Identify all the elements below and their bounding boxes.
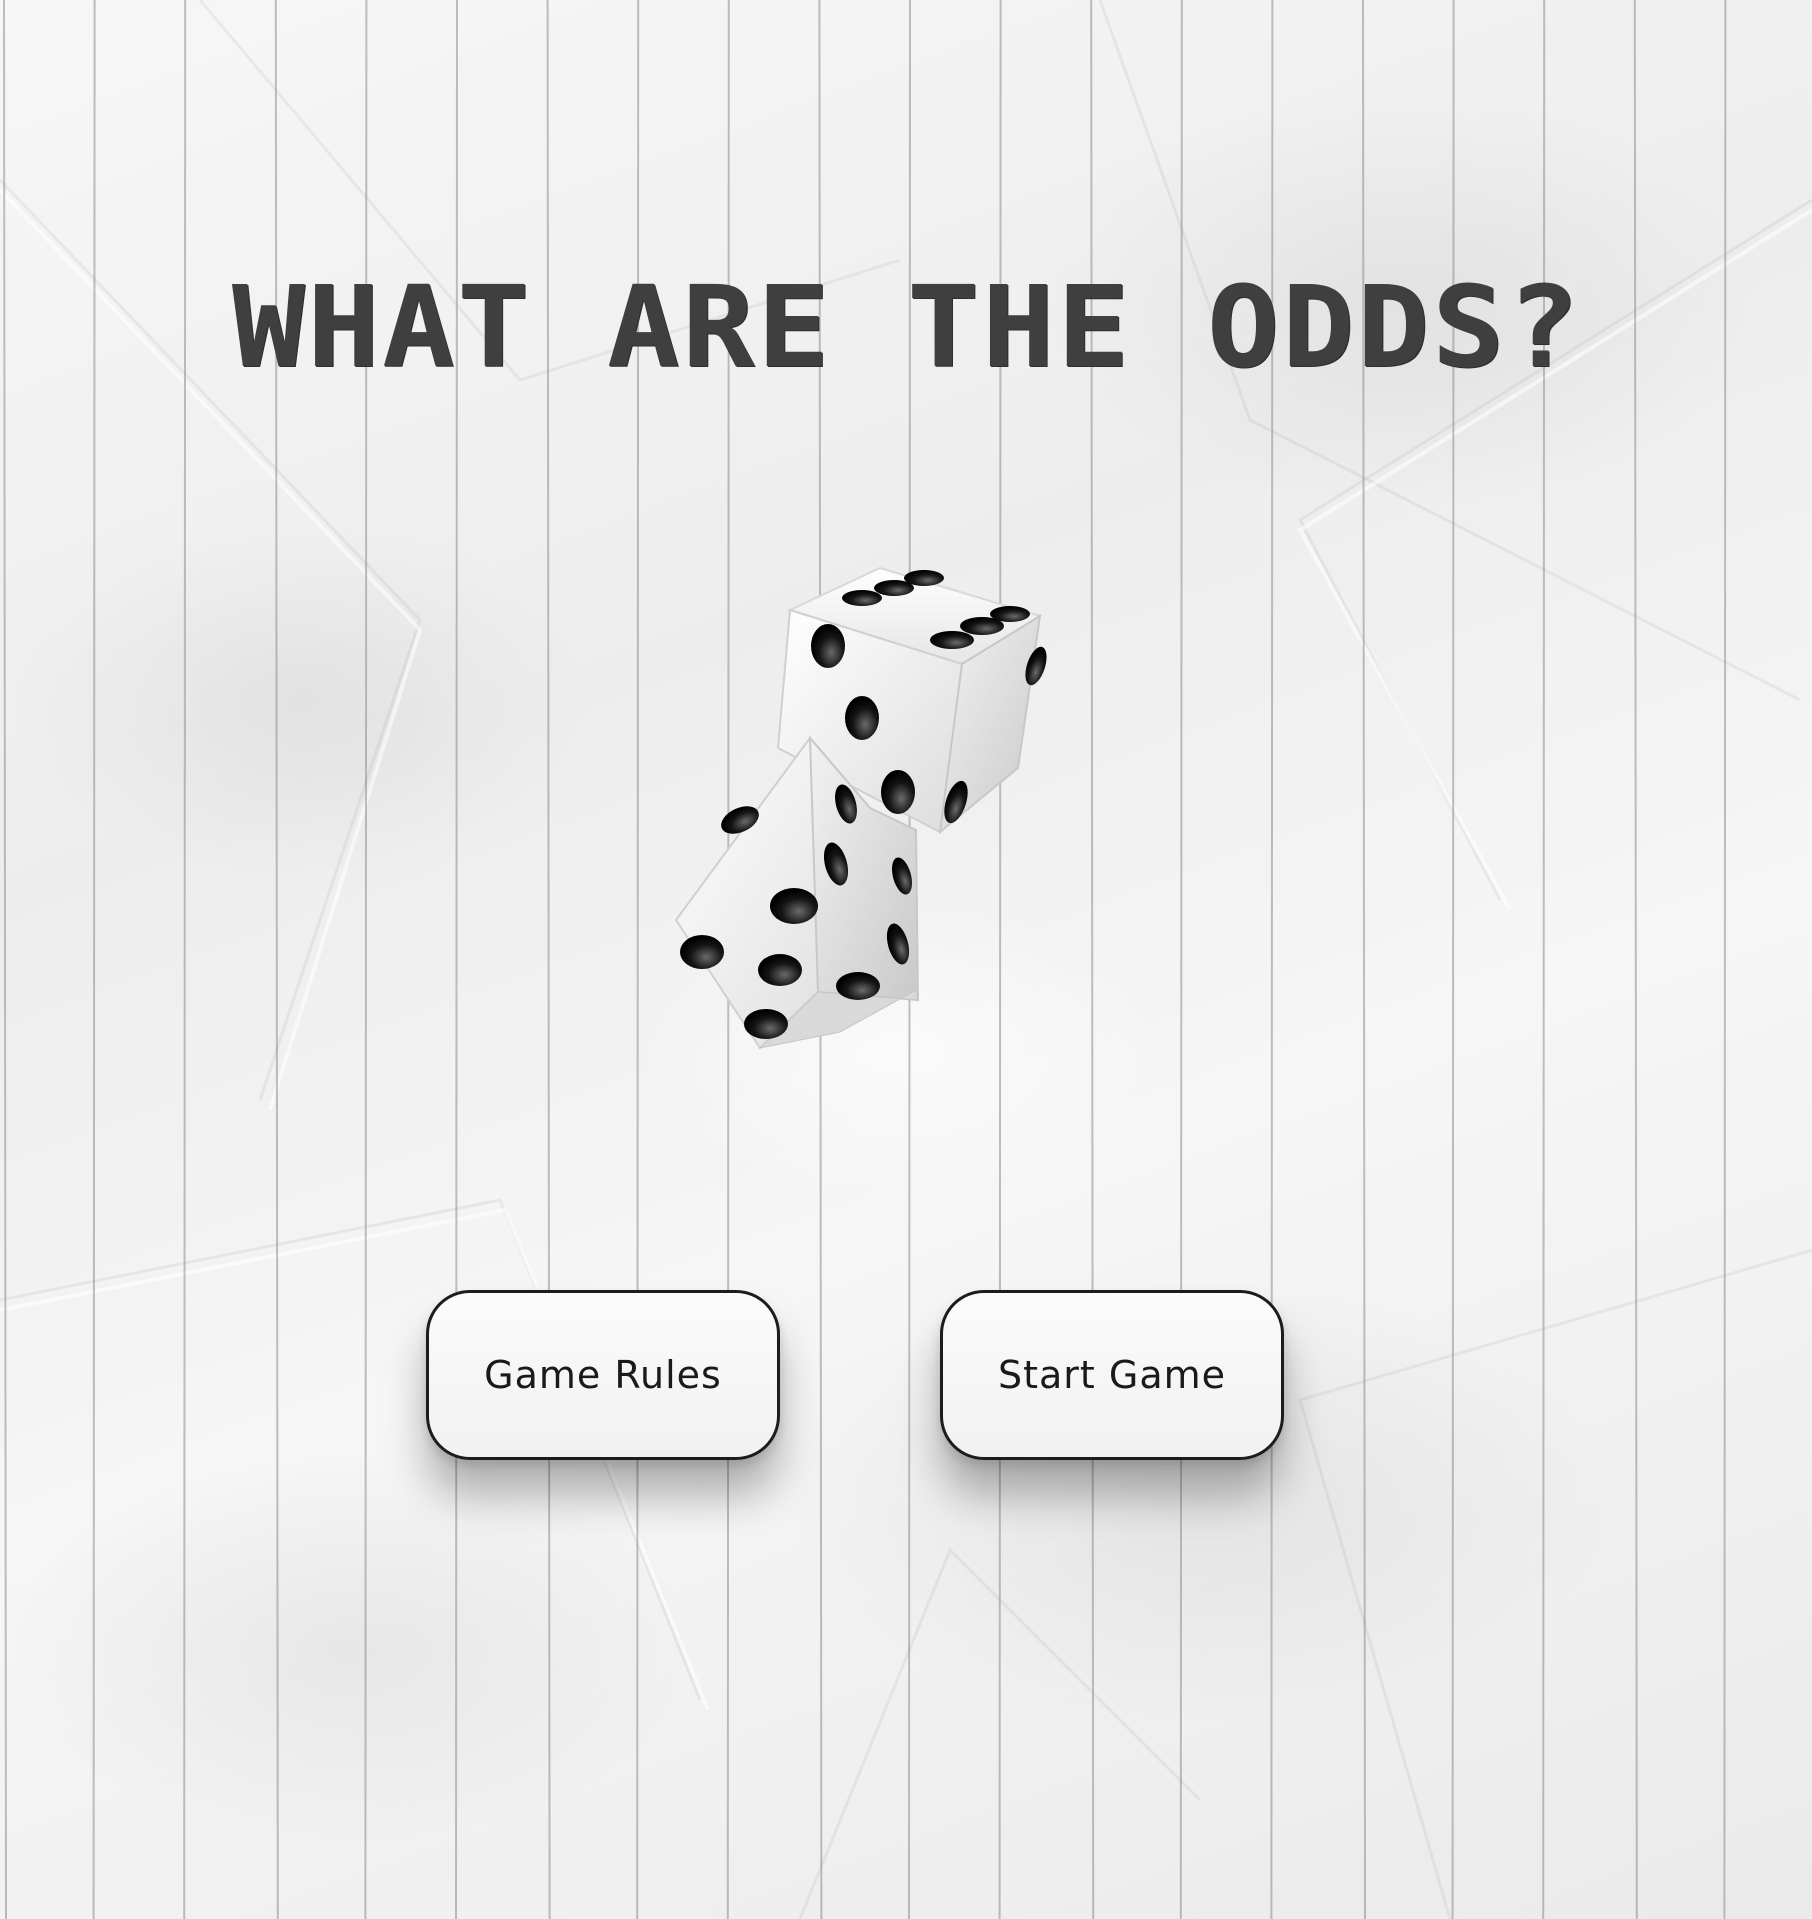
game-rules-button[interactable]: Game Rules xyxy=(426,1290,780,1460)
ruled-line xyxy=(1723,0,1727,1919)
start-game-button[interactable]: Start Game xyxy=(940,1290,1284,1460)
game-title: WHAT ARE THE ODDS? xyxy=(232,263,1582,393)
ruled-line xyxy=(3,0,7,1919)
ruled-line xyxy=(92,0,96,1919)
ruled-line xyxy=(183,0,187,1919)
dice-illustration xyxy=(640,560,1060,1060)
